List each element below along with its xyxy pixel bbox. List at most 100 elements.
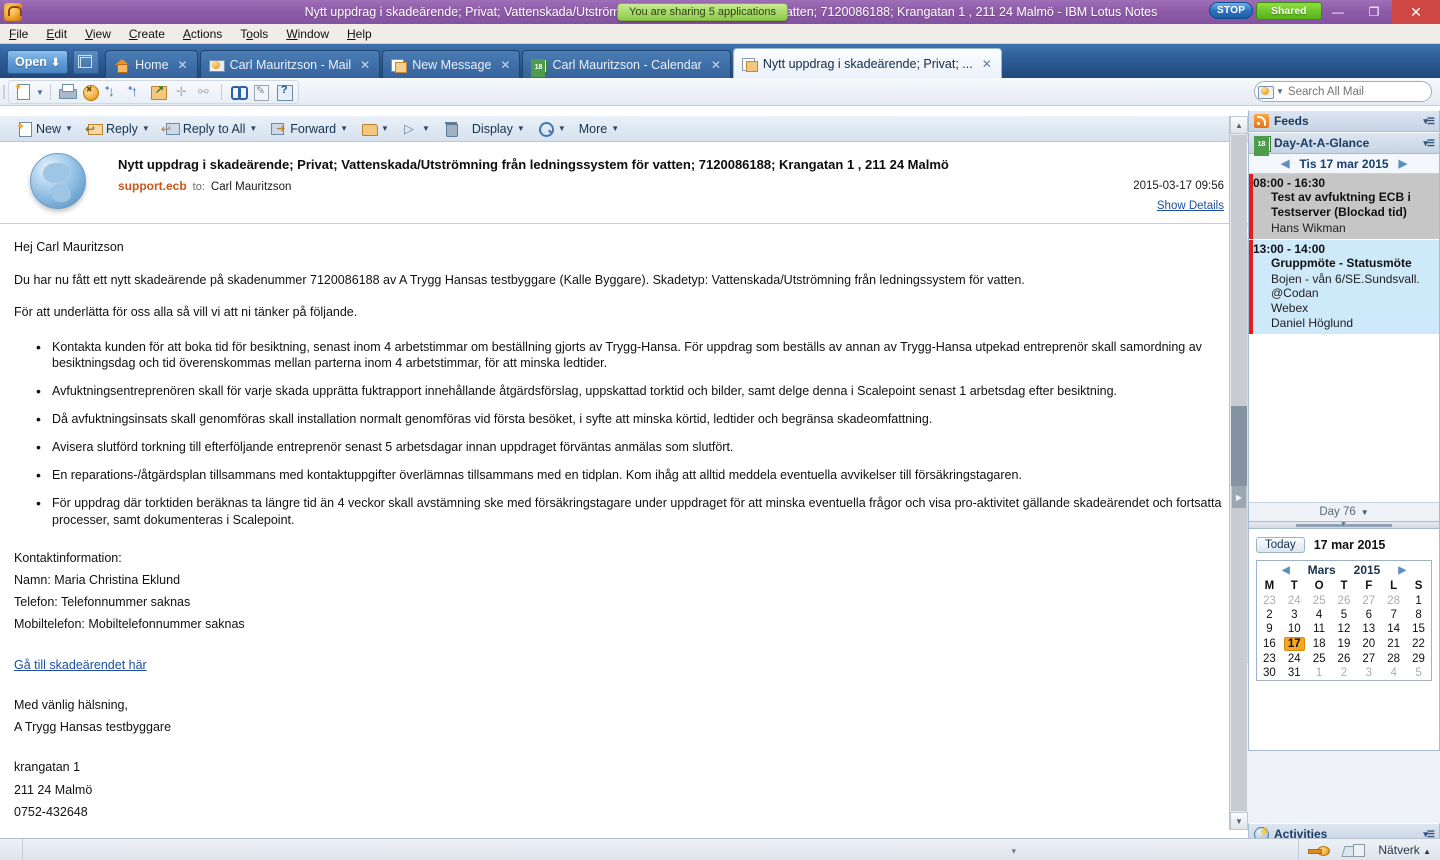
- search-box[interactable]: ▼: [1254, 81, 1440, 102]
- sidebar-expand-grip[interactable]: ▶: [1232, 486, 1246, 508]
- calendar-day-cell[interactable]: 23: [1257, 652, 1282, 666]
- toolbar-grip[interactable]: [3, 85, 5, 99]
- chevron-down-icon[interactable]: ▼: [36, 88, 44, 97]
- calendar-day-cell[interactable]: 5: [1406, 666, 1431, 680]
- calendar-day-cell[interactable]: 3: [1282, 608, 1307, 622]
- calendar-day-cell[interactable]: 25: [1307, 594, 1332, 608]
- panel-menu-icon[interactable]: ▾☰: [1423, 116, 1435, 127]
- calendar-day-cell[interactable]: 4: [1381, 666, 1406, 680]
- action-reply[interactable]: Reply ▼: [80, 119, 156, 138]
- message-sender[interactable]: support.ecb: [118, 179, 187, 193]
- calendar-day-cell[interactable]: 6: [1356, 608, 1381, 622]
- calendar-day-cell[interactable]: 23: [1257, 594, 1282, 608]
- chevron-down-icon[interactable]: ▼: [1361, 508, 1369, 517]
- tab-current-document[interactable]: Nytt uppdrag i skadeärende; Privat; ... …: [732, 48, 1002, 78]
- action-display[interactable]: Display ▼: [466, 120, 531, 138]
- move-up-icon[interactable]: [126, 82, 146, 102]
- calendar-day-cell[interactable]: 15: [1406, 622, 1431, 636]
- calendar-day-cell[interactable]: 24: [1282, 594, 1307, 608]
- calendar-day-cell[interactable]: 24: [1282, 652, 1307, 666]
- menu-item-tools[interactable]: Tools: [231, 25, 277, 43]
- calendar-day-cell[interactable]: 20: [1356, 636, 1381, 652]
- calendar-day-cell[interactable]: 25: [1307, 652, 1332, 666]
- panel-header-feeds[interactable]: Feeds ▾☰: [1248, 110, 1440, 132]
- previous-month-icon[interactable]: ◀: [1282, 565, 1290, 576]
- calendar-day-cell[interactable]: 16: [1257, 636, 1282, 652]
- day-counter[interactable]: Day 76 ▼: [1248, 502, 1440, 521]
- stop-sharing-button[interactable]: STOP: [1209, 2, 1254, 19]
- action-more[interactable]: More ▼: [573, 120, 625, 138]
- print-icon[interactable]: [57, 82, 77, 102]
- action-follow-up[interactable]: ▼: [396, 119, 436, 138]
- calendar-day-cell[interactable]: 26: [1332, 652, 1357, 666]
- calendar-day-cell[interactable]: 27: [1356, 594, 1381, 608]
- calendar-day-cell[interactable]: 13: [1356, 622, 1381, 636]
- calendar-day-selected[interactable]: 17: [1283, 637, 1305, 651]
- calendar-day-cell[interactable]: 31: [1282, 666, 1307, 680]
- next-month-icon[interactable]: ▶: [1398, 565, 1406, 576]
- network-status[interactable]: Nätverk ▲: [1378, 843, 1431, 857]
- open-button[interactable]: Open ⬇: [7, 50, 69, 74]
- scroll-down-icon[interactable]: ▼: [1230, 812, 1248, 830]
- list-item[interactable]: 13:00 - 14:00 Gruppmöte - Statusmöte Boj…: [1249, 240, 1439, 335]
- calendar-day-cell[interactable]: 17: [1282, 636, 1307, 652]
- calendar-day-cell[interactable]: 19: [1332, 636, 1357, 652]
- calendar-day-cell[interactable]: 27: [1356, 652, 1381, 666]
- close-icon[interactable]: ✕: [982, 57, 992, 71]
- menu-item-window[interactable]: Window: [277, 25, 338, 43]
- action-reply-to-all[interactable]: Reply to All ▼: [157, 119, 263, 138]
- close-icon[interactable]: ✕: [500, 58, 510, 72]
- menu-item-create[interactable]: Create: [120, 25, 174, 43]
- new-document-icon[interactable]: [13, 82, 33, 102]
- action-search[interactable]: ▼: [532, 119, 572, 138]
- previous-day-icon[interactable]: ◀: [1281, 157, 1289, 170]
- calendar-day-cell[interactable]: 1: [1307, 666, 1332, 680]
- menu-item-view[interactable]: View: [76, 25, 120, 43]
- calendar-day-cell[interactable]: 9: [1257, 622, 1282, 636]
- close-icon[interactable]: ✕: [711, 58, 721, 72]
- shared-status-button[interactable]: Shared: [1256, 2, 1322, 20]
- calendar-day-cell[interactable]: 5: [1332, 608, 1357, 622]
- action-new[interactable]: New ▼: [10, 119, 79, 138]
- delete-icon[interactable]: [80, 82, 100, 102]
- chevron-down-icon[interactable]: ▼: [1276, 87, 1284, 96]
- action-forward[interactable]: Forward ▼: [264, 119, 354, 138]
- close-icon[interactable]: ✕: [178, 58, 188, 72]
- panel-menu-icon[interactable]: ▾☰: [1423, 138, 1435, 149]
- scroll-caret-icon[interactable]: ▾: [1011, 846, 1016, 857]
- network-icon[interactable]: [1343, 843, 1366, 857]
- menu-item-help[interactable]: Help: [338, 25, 381, 43]
- restore-button[interactable]: ❐: [1356, 0, 1392, 24]
- tab-calendar[interactable]: Carl Mauritzson - Calendar ✕: [522, 50, 731, 78]
- menu-item-edit[interactable]: Edit: [37, 25, 76, 43]
- calendar-day-cell[interactable]: 3: [1356, 666, 1381, 680]
- tab-mail[interactable]: Carl Mauritzson - Mail ✕: [199, 50, 381, 78]
- action-delete[interactable]: [437, 119, 465, 138]
- next-day-icon[interactable]: ▶: [1399, 157, 1407, 170]
- close-icon[interactable]: ✕: [360, 58, 370, 72]
- move-down-icon[interactable]: [103, 82, 123, 102]
- calendar-day-cell[interactable]: 28: [1381, 652, 1406, 666]
- search-input[interactable]: [1287, 85, 1440, 98]
- action-folder[interactable]: ▼: [355, 119, 395, 138]
- window-list-button[interactable]: [73, 50, 100, 74]
- calendar-day-cell[interactable]: 4: [1307, 608, 1332, 622]
- menu-item-actions[interactable]: Actions: [174, 25, 231, 43]
- calendar-day-cell[interactable]: 22: [1406, 636, 1431, 652]
- key-icon[interactable]: [1308, 844, 1331, 856]
- calendar-day-cell[interactable]: 1: [1406, 594, 1431, 608]
- tab-home[interactable]: Home ✕: [105, 50, 198, 78]
- calendar-day-cell[interactable]: 2: [1332, 666, 1357, 680]
- sidebar-scrollbar[interactable]: ▲ ▶ ▼: [1229, 116, 1248, 830]
- minimize-button[interactable]: —: [1320, 0, 1356, 24]
- calendar-day-cell[interactable]: 14: [1381, 622, 1406, 636]
- case-link[interactable]: Gå till skadeärendet här: [14, 658, 147, 672]
- calendar-day-cell[interactable]: 7: [1381, 608, 1406, 622]
- scroll-thumb[interactable]: [1231, 406, 1247, 486]
- help-icon[interactable]: [274, 82, 294, 102]
- calendar-day-cell[interactable]: 18: [1307, 636, 1332, 652]
- search-binoculars-icon[interactable]: [228, 82, 248, 102]
- tab-new-message[interactable]: New Message ✕: [382, 50, 521, 78]
- today-button[interactable]: Today: [1256, 537, 1305, 553]
- calendar-day-cell[interactable]: 10: [1282, 622, 1307, 636]
